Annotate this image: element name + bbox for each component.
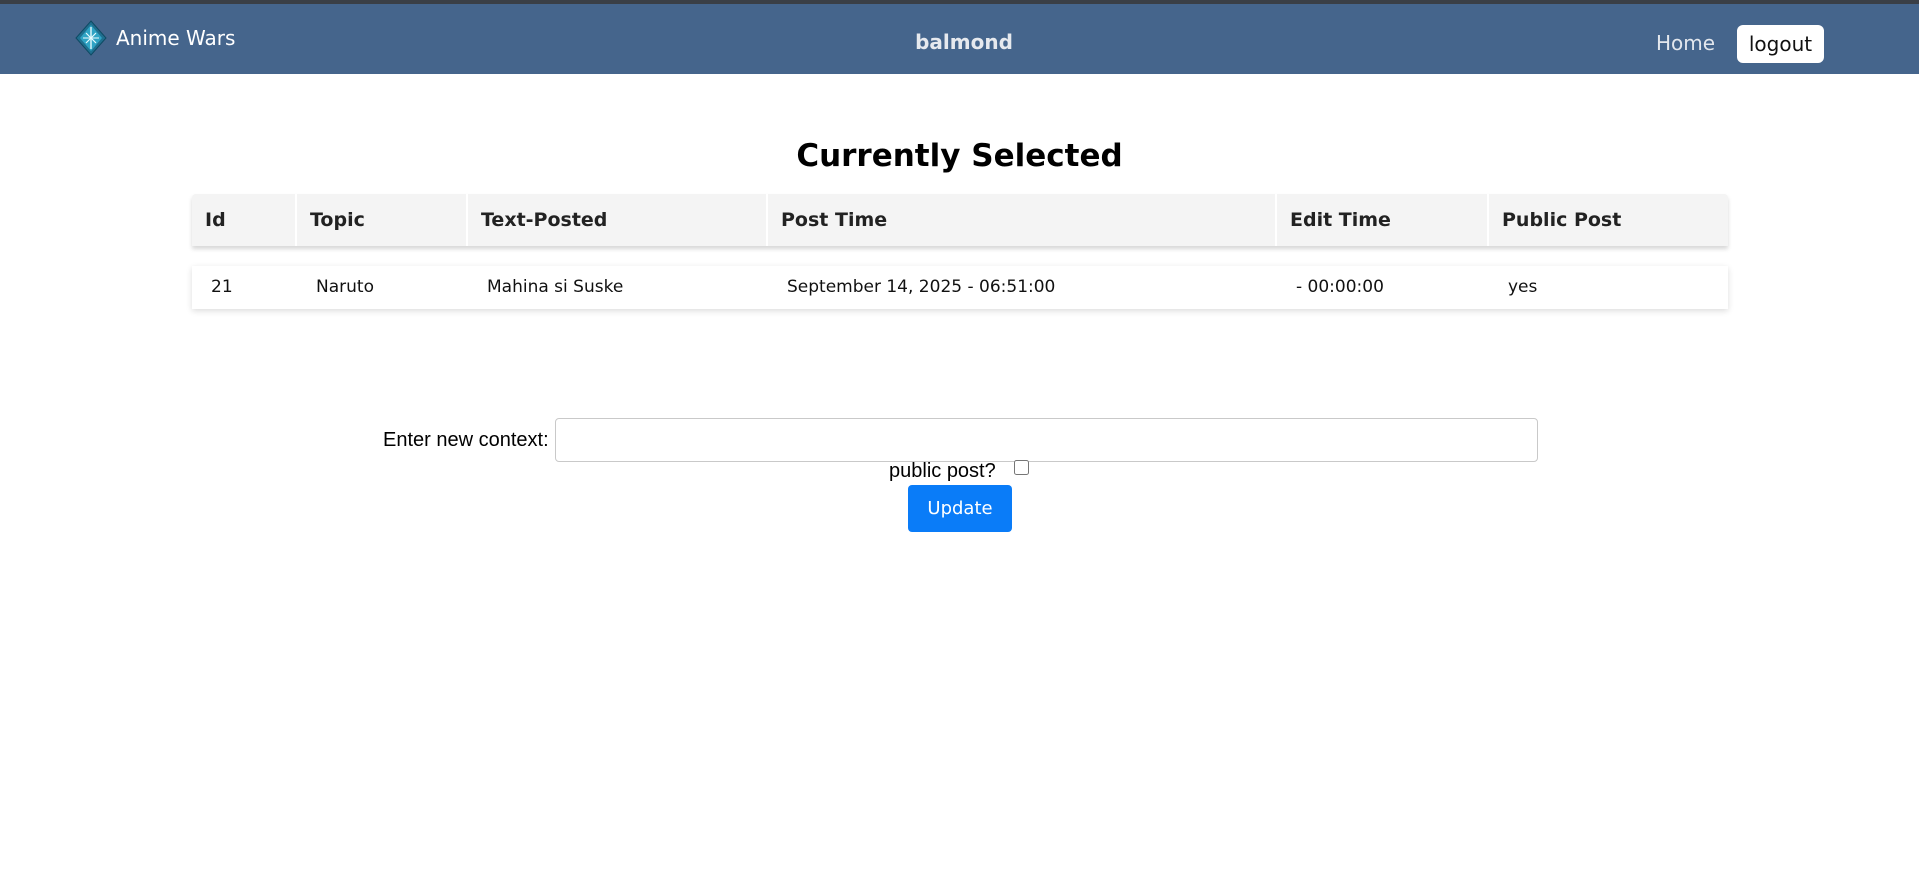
posts-table: Id Topic Text-Posted Post Time Edit Time…: [192, 194, 1728, 309]
page-title: Currently Selected: [796, 138, 1123, 174]
column-header-text-posted: Text-Posted: [468, 194, 768, 246]
public-post-label: public post?: [889, 460, 996, 482]
cell-id: 21: [211, 277, 233, 297]
context-input[interactable]: [554, 418, 1538, 462]
cell-post-time: September 14, 2025 - 06:51:00: [787, 277, 1056, 297]
column-header-post-time: Post Time: [768, 194, 1277, 246]
column-header-public-post: Public Post: [1502, 209, 1622, 231]
column-header-edit-time: Edit Time: [1277, 194, 1489, 246]
public-post-checkbox[interactable]: [1013, 460, 1029, 475]
public-post-row: public post?: [889, 460, 1029, 483]
table-row: 21 Naruto Mahina si Suske September 14, …: [192, 266, 1728, 309]
navbar: Anime Wars balmond Home logout: [0, 4, 1919, 74]
table-header-row: Id Topic Text-Posted Post Time Edit Time…: [192, 194, 1728, 246]
table-body: 21 Naruto Mahina si Suske September 14, …: [192, 266, 1728, 309]
update-button[interactable]: Update: [908, 485, 1012, 532]
cell-text-posted: Mahina si Suske: [487, 277, 624, 297]
column-header-id: Id: [192, 194, 297, 246]
cell-topic: Naruto: [316, 277, 374, 297]
cell-edit-time: - 00:00:00: [1296, 277, 1384, 297]
cell-public-post: yes: [1508, 277, 1538, 297]
context-label: Enter new context:: [383, 428, 549, 451]
column-header-topic: Topic: [297, 194, 468, 246]
nav-home-link[interactable]: Home: [1656, 31, 1715, 55]
logout-button[interactable]: logout: [1737, 25, 1824, 63]
logged-in-username: balmond: [915, 30, 1013, 54]
context-form-row: Enter new context:: [383, 418, 1538, 462]
